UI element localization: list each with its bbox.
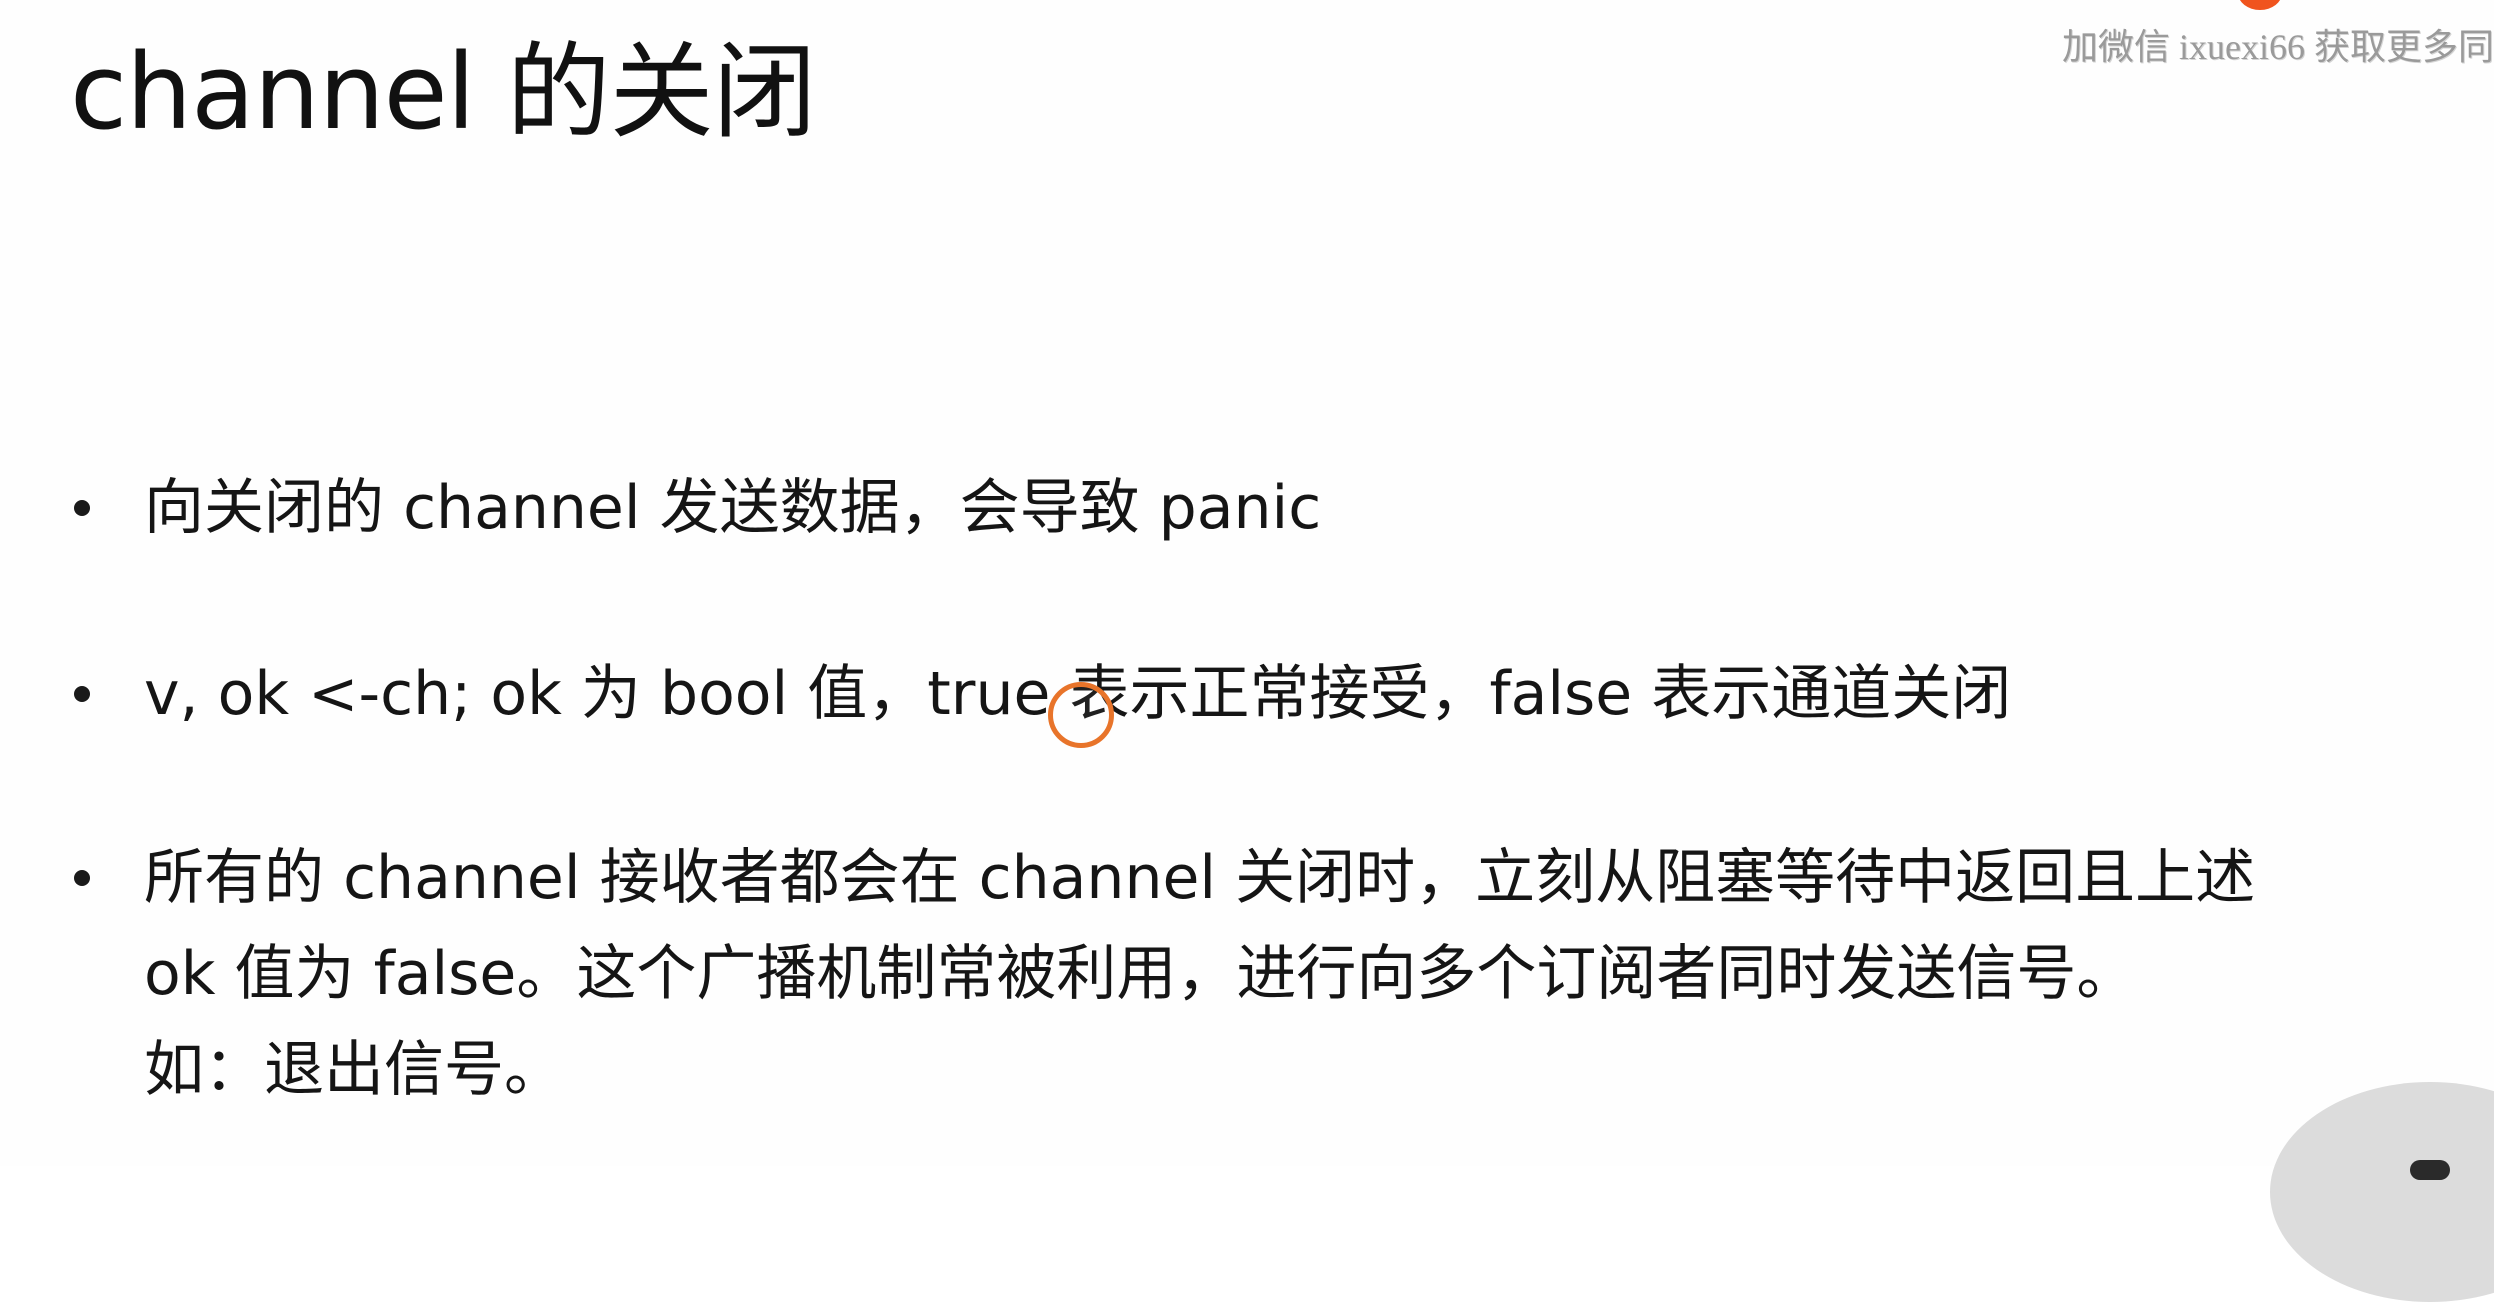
slide: channel 的关闭 加微信 ixuexi66 获取更多同 向关闭的 chan… xyxy=(0,0,2494,1302)
bullet-icon xyxy=(74,500,90,516)
mouse-cursor-highlight-icon xyxy=(1048,682,1114,748)
bullet-text: 向关闭的 channel 发送数据，会导致 panic xyxy=(144,473,1322,543)
bullet-icon xyxy=(74,870,90,886)
bullet-text-line-3: 如：退出信号。 xyxy=(144,1035,564,1105)
bullet-list: 向关闭的 channel 发送数据，会导致 panic v, ok <-ch; … xyxy=(0,0,2494,1166)
bullet-text-line-1: 所有的 channel 接收者都会在 channel 关闭时，立刻从阻塞等待中返… xyxy=(144,843,2256,913)
bullet-icon xyxy=(74,686,90,702)
presenter-silhouette-icon xyxy=(2410,1160,2450,1180)
bullet-text-line-2: ok 值为 false。这个广播机制常被利用，进行向多个订阅者同时发送信号。 xyxy=(144,939,2137,1009)
